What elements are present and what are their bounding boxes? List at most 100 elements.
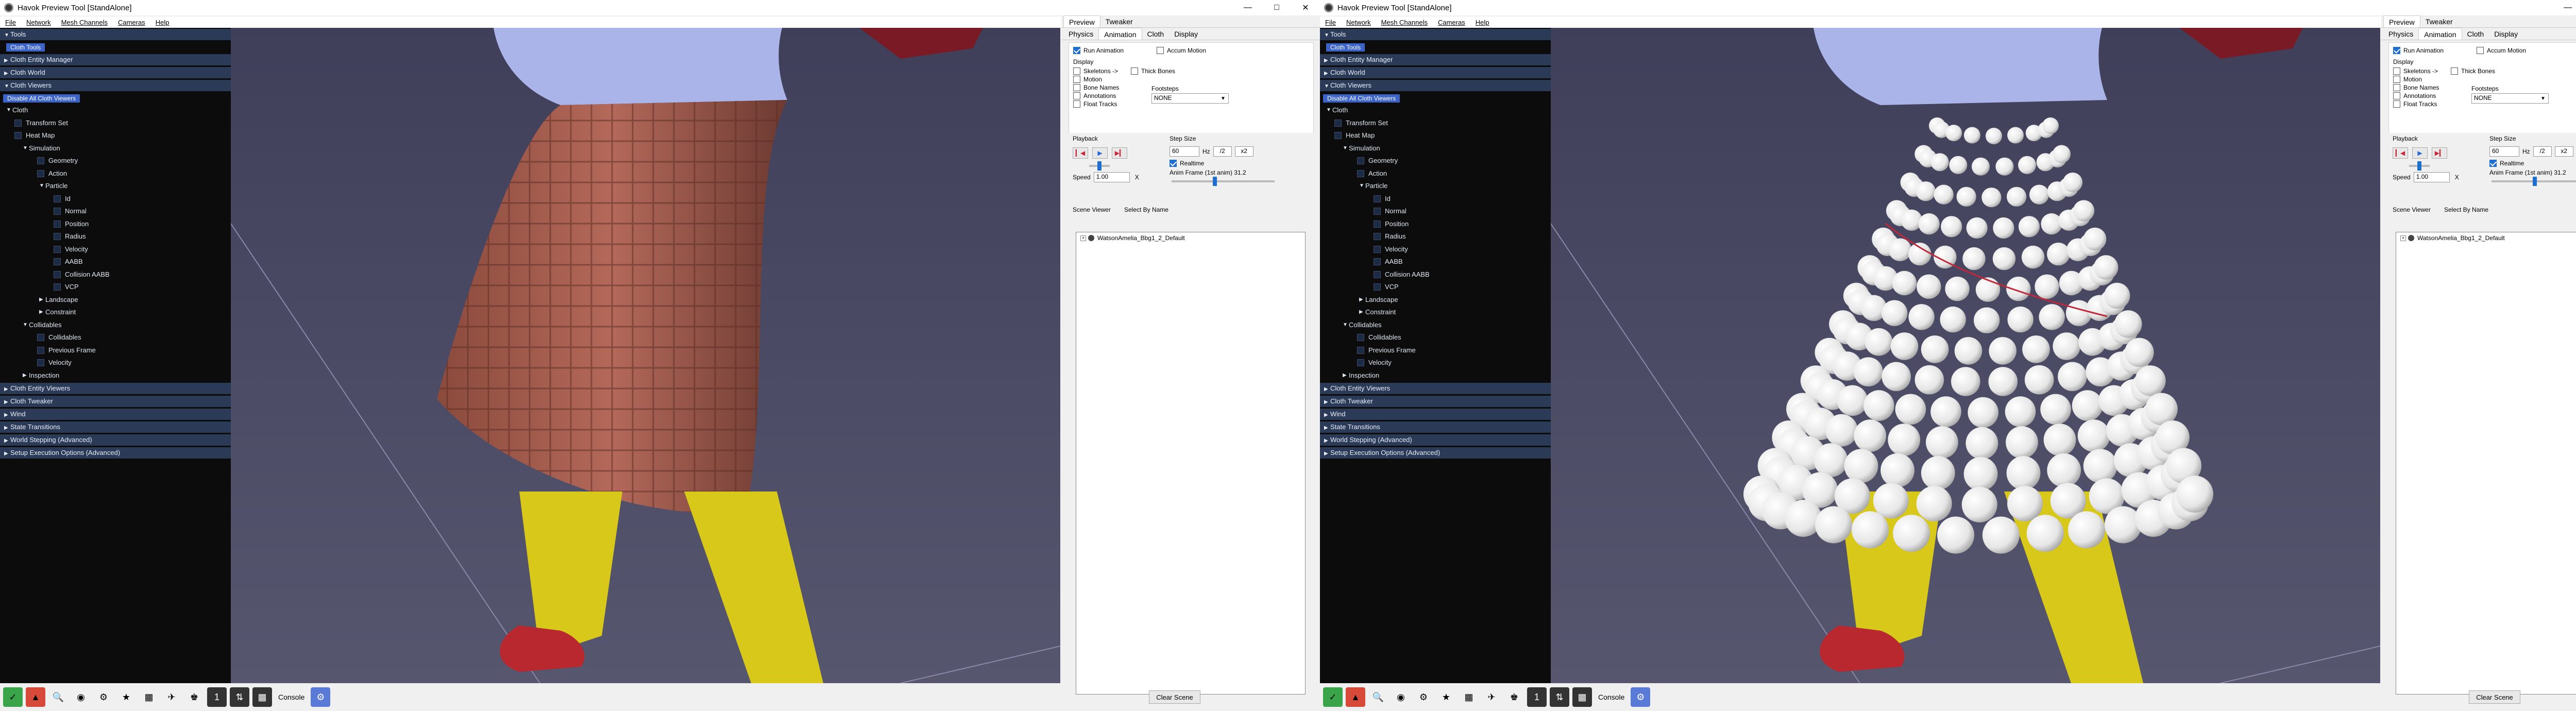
gear-icon[interactable]: ⚙ — [1631, 687, 1651, 707]
playback-slider[interactable] — [1089, 161, 1110, 171]
accum-motion-checkbox[interactable] — [2477, 47, 2484, 54]
display-bone-names-row[interactable]: Bone Names — [2393, 84, 2439, 91]
checkbox[interactable] — [1073, 100, 1080, 108]
tool-icon[interactable]: ♚ — [184, 687, 204, 707]
tool-icon[interactable]: ✈ — [1482, 687, 1501, 707]
run-animation-checkbox[interactable] — [2393, 47, 2400, 54]
checkbox[interactable] — [37, 170, 44, 177]
expand-icon[interactable]: + — [1080, 235, 1086, 241]
checkbox[interactable] — [2393, 100, 2400, 108]
section-wind[interactable]: ▶ Wind — [0, 409, 231, 420]
tree-item[interactable]: Normal — [2, 205, 231, 218]
checkbox[interactable] — [1357, 334, 1364, 342]
menu-mesh-channels[interactable]: Mesh Channels — [56, 19, 113, 26]
menu-mesh-channels[interactable]: Mesh Channels — [1376, 19, 1433, 26]
clear-scene-button[interactable]: Clear Scene — [2469, 690, 2520, 704]
checkbox[interactable] — [37, 359, 44, 367]
checkbox[interactable] — [54, 283, 61, 291]
scene-tree[interactable]: + WatsonAmelia_Bbg1_2_Default — [2396, 232, 2576, 695]
tree-item[interactable]: ▼ Simulation — [1322, 142, 1551, 155]
tool-icon[interactable]: 1 — [207, 687, 227, 707]
checkbox[interactable] — [2393, 67, 2400, 75]
tree-item[interactable]: Position — [1322, 218, 1551, 231]
checkbox[interactable] — [1131, 67, 1138, 75]
tab-display[interactable]: Display — [1169, 28, 1203, 40]
tree-item[interactable]: Heat Map — [2, 129, 231, 142]
checkbox[interactable] — [54, 245, 61, 253]
section-cloth-entity-viewers[interactable]: ▶ Cloth Entity Viewers — [0, 383, 231, 394]
tab-cloth[interactable]: Cloth — [1142, 28, 1170, 40]
tool-icon[interactable]: ✈ — [162, 687, 181, 707]
checkbox[interactable] — [1374, 220, 1381, 228]
checkbox[interactable] — [1374, 283, 1381, 291]
display-skeletons-row[interactable]: Skeletons -> — [2393, 67, 2438, 75]
menu-file[interactable]: File — [1320, 19, 1341, 26]
checkbox[interactable] — [1374, 245, 1381, 253]
section-world-stepping[interactable]: ▶ World Stepping (Advanced) — [1320, 434, 1551, 446]
checkbox[interactable] — [1374, 270, 1381, 278]
tool-icon[interactable]: ▲ — [26, 687, 45, 707]
section-cloth-viewers[interactable]: ▼ Cloth Viewers — [1320, 80, 1551, 91]
tool-icon[interactable]: ✓ — [1323, 687, 1343, 707]
tab-cloth[interactable]: Cloth — [2462, 28, 2489, 40]
footsteps-select[interactable]: NONE ▼ — [2471, 93, 2549, 104]
tab-preview[interactable]: Preview — [1063, 15, 1100, 27]
section-wind[interactable]: ▶ Wind — [1320, 409, 1551, 420]
search-icon[interactable]: 🔍 — [48, 687, 68, 707]
tab-display[interactable]: Display — [2489, 28, 2523, 40]
close-icon[interactable]: ✕ — [1291, 0, 1320, 15]
tree-item[interactable]: Collidables — [1322, 331, 1551, 344]
menu-cameras[interactable]: Cameras — [113, 19, 150, 26]
checkbox[interactable] — [2393, 92, 2400, 99]
tree-item[interactable]: ▼ Cloth — [2, 104, 231, 117]
checkbox[interactable] — [1357, 157, 1364, 165]
checkbox[interactable] — [1073, 76, 1080, 83]
slider-knob[interactable] — [2417, 161, 2421, 171]
select-by-name-tab[interactable]: Select By Name — [2444, 206, 2488, 213]
tab-physics[interactable]: Physics — [1063, 28, 1098, 40]
scene-tree[interactable]: + WatsonAmelia_Bbg1_2_Default — [1076, 232, 1306, 695]
tree-item[interactable]: Radius — [2, 230, 231, 243]
tab-animation[interactable]: Animation — [2418, 28, 2462, 40]
checkbox[interactable] — [1374, 195, 1381, 202]
console-label[interactable]: Console — [1598, 693, 1624, 701]
slider-knob[interactable] — [2533, 177, 2537, 186]
checkbox[interactable] — [2451, 67, 2458, 75]
tool-icon[interactable]: ▦ — [1572, 687, 1592, 707]
section-cloth-world[interactable]: ▶ Cloth World — [1320, 67, 1551, 78]
section-world-stepping[interactable]: ▶ World Stepping (Advanced) — [0, 434, 231, 446]
anim-frame-slider[interactable] — [2492, 177, 2576, 186]
checkbox[interactable] — [1357, 170, 1364, 177]
halve-step-button[interactable]: /2 — [2533, 146, 2552, 157]
scene-root-item[interactable]: + WatsonAmelia_Bbg1_2_Default — [2400, 234, 2505, 242]
accum-motion-row[interactable]: Accum Motion — [2477, 47, 2526, 54]
tree-item[interactable]: Id — [1322, 193, 1551, 206]
menu-file[interactable]: File — [0, 19, 21, 26]
checkbox[interactable] — [1073, 67, 1080, 75]
tool-icon[interactable]: ★ — [1436, 687, 1456, 707]
realtime-checkbox[interactable] — [2489, 160, 2497, 167]
3d-viewport[interactable] — [231, 28, 1060, 683]
tab-preview[interactable]: Preview — [2383, 15, 2420, 27]
section-cloth-entity-viewers[interactable]: ▶ Cloth Entity Viewers — [1320, 383, 1551, 394]
tab-tweaker[interactable]: Tweaker — [1100, 15, 1138, 27]
tool-icon[interactable]: ♚ — [1504, 687, 1524, 707]
checkbox[interactable] — [2393, 84, 2400, 91]
display-float-tracks-row[interactable]: Float Tracks — [1073, 100, 1117, 108]
cloth-tools-tab[interactable]: Cloth Tools — [1326, 43, 1365, 52]
section-cloth-tweaker[interactable]: ▶ Cloth Tweaker — [0, 396, 231, 407]
disable-all-cloth-viewers-button[interactable]: Disable All Cloth Viewers — [3, 94, 80, 103]
checkbox[interactable] — [54, 195, 61, 202]
display-motion-row[interactable]: Motion — [1073, 76, 1102, 83]
tree-item[interactable]: ▶ Constraint — [2, 306, 231, 319]
checkbox[interactable] — [54, 258, 61, 266]
section-setup-execution[interactable]: ▶ Setup Execution Options (Advanced) — [1320, 447, 1551, 459]
checkbox[interactable] — [37, 346, 44, 354]
tree-item[interactable]: ▼ Cloth — [1322, 104, 1551, 117]
record-icon[interactable]: ▶▎ — [1112, 147, 1127, 159]
tree-item[interactable]: Transform Set — [1322, 117, 1551, 130]
speed-input[interactable]: 1.00 — [2413, 172, 2450, 182]
checkbox[interactable] — [37, 334, 44, 342]
accum-motion-checkbox[interactable] — [1157, 47, 1164, 54]
speed-input[interactable]: 1.00 — [1093, 172, 1130, 182]
